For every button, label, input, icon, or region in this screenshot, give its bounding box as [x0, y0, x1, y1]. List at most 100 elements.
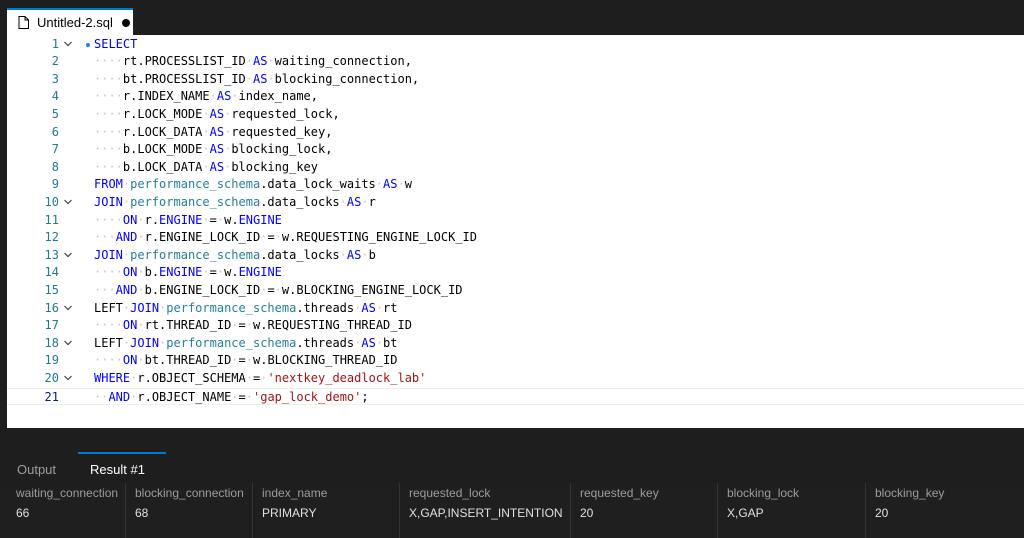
code-token: = [209, 265, 217, 280]
code-line[interactable]: 15 ···AND·b.ENGINE_LOCK_ID·=·w.BLOCKING_E… [7, 282, 1024, 300]
code-token: w.BLOCKING_ENGINE_LOCK_ID [281, 282, 463, 297]
line-number: 20 [44, 370, 59, 385]
code-token: = [238, 318, 246, 333]
code-line[interactable]: 11 ····ON·r.ENGINE·=·w.ENGINE [7, 212, 1024, 230]
code-token: bt.THREAD_ID [144, 353, 232, 368]
code-text: ··AND·r.OBJECT_NAME·=·'gap_lock_demo'; [94, 389, 369, 407]
results-grid: waiting_connection blocking_connection ind… [0, 483, 1024, 538]
column-header[interactable]: requested_lock [409, 486, 490, 500]
column-header[interactable]: blocking_lock [727, 486, 799, 500]
code-line[interactable]: 10 JOIN·performance_schema.data_locks·AS·… [7, 194, 1024, 212]
column-header[interactable]: requested_key [580, 486, 659, 500]
code-token: · [274, 282, 282, 297]
column-header[interactable]: blocking_key [875, 486, 944, 500]
column-divider[interactable] [570, 483, 571, 538]
tab-result-1[interactable]: Result #1 [78, 452, 166, 484]
code-line[interactable]: 4 ····r.INDEX_NAME·AS·index_name, [7, 88, 1024, 106]
code-token: AS [209, 106, 225, 121]
code-line[interactable]: 2 ····rt.PROCESSLIST_ID·AS·waiting_connec… [7, 53, 1024, 71]
line-number: 3 [51, 71, 59, 86]
code-line[interactable]: 3 ····bt.PROCESSLIST_ID·AS·blocking_conne… [7, 71, 1024, 89]
line-number: 8 [51, 159, 59, 174]
fold-chevron-icon[interactable] [63, 300, 75, 318]
code-line[interactable]: 17 ····ON·rt.THREAD_ID·=·w.REQUESTING_THR… [7, 317, 1024, 335]
line-number: 4 [51, 89, 59, 104]
unsaved-dot-icon[interactable] [121, 18, 130, 27]
column-divider[interactable] [252, 483, 253, 538]
panel-separator [0, 428, 1024, 452]
code-line[interactable]: 19 ····ON·bt.THREAD_ID·=·w.BLOCKING_THREA… [7, 352, 1024, 370]
fold-chevron-icon[interactable] [63, 335, 75, 353]
code-line[interactable]: 16 LEFT·JOIN·performance_schema.threads·A… [7, 300, 1024, 318]
code-token: rt [383, 300, 398, 315]
column-divider[interactable] [717, 483, 718, 538]
code-token: bt [383, 335, 398, 350]
table-cell[interactable]: X,GAP [727, 506, 764, 520]
code-line[interactable]: 9 FROM · performance_schema.data_lock_waits… [7, 176, 1024, 194]
code-token: ··· [94, 230, 116, 245]
column-divider[interactable] [125, 483, 126, 538]
sql-editor[interactable]: 1 SELECT 2 ····rt.PROCESSLIST_ID·AS·waiting… [7, 35, 1024, 428]
editor-tab-untitled-2[interactable]: Untitled-2.sql [7, 8, 133, 35]
code-token: · [361, 194, 369, 209]
code-token: · [137, 282, 145, 297]
code-token: · [267, 71, 275, 86]
code-line[interactable]: 5 ····r.LOCK_MODE·AS·requested_lock, [7, 106, 1024, 124]
code-token: AS [209, 124, 225, 139]
line-number: 11 [44, 212, 59, 227]
fold-chevron-icon[interactable] [63, 247, 75, 265]
line-number: 14 [44, 265, 59, 280]
code-text: ····ON·b.ENGINE·=·w.ENGINE [94, 264, 282, 282]
code-line[interactable]: 21 ··AND·r.OBJECT_NAME·=·'gap_lock_demo'; [7, 387, 1024, 407]
table-cell[interactable]: 66 [16, 506, 29, 520]
code-line[interactable]: 18 LEFT·JOIN·performance_schema.threads·A… [7, 335, 1024, 353]
code-token: · [202, 212, 210, 227]
code-line[interactable]: 14 ····ON·b.ENGINE·=·w.ENGINE [7, 264, 1024, 282]
code-token: waiting_connection, [274, 54, 412, 69]
code-line[interactable]: 12 ···AND·r.ENGINE_LOCK_ID·=·w.REQUESTING… [7, 229, 1024, 247]
code-token: · [245, 71, 253, 86]
table-cell[interactable]: PRIMARY [262, 506, 316, 520]
code-token: JOIN [94, 247, 123, 262]
column-header[interactable]: waiting_connection [16, 486, 118, 500]
column-divider[interactable] [399, 483, 400, 538]
code-text: ····rt.PROCESSLIST_ID·AS·waiting_connect… [94, 53, 412, 71]
table-cell[interactable]: 20 [875, 506, 888, 520]
code-line[interactable]: 20 WHERE·r.OBJECT_SCHEMA·=·'nextkey_deadl… [7, 370, 1024, 388]
line-number: 1 [51, 36, 59, 51]
tab-output[interactable]: Output [17, 452, 56, 484]
code-text: ···AND·b.ENGINE_LOCK_ID·=·w.BLOCKING_ENG… [94, 282, 463, 300]
fold-chevron-icon[interactable] [63, 194, 75, 212]
line-number: 21 [44, 389, 59, 404]
code-line[interactable]: 1 SELECT [7, 36, 1024, 54]
code-token: ON [122, 212, 138, 227]
column-divider[interactable] [865, 483, 866, 538]
column-header[interactable]: index_name [262, 486, 327, 500]
code-token: r.LOCK_DATA [122, 124, 203, 139]
code-token: · [202, 159, 210, 174]
code-token: index_name, [238, 89, 319, 104]
code-token: performance_schema [130, 247, 261, 262]
code-line[interactable]: 7 ····b.LOCK_MODE·AS·blocking_lock, [7, 141, 1024, 159]
file-icon [18, 16, 29, 29]
code-token: · [137, 318, 145, 333]
fold-chevron-icon[interactable] [63, 36, 75, 54]
line-number: 17 [44, 318, 59, 333]
code-line[interactable]: 8 ····b.LOCK_DATA·AS·blocking_key [7, 159, 1024, 177]
code-line[interactable]: 6 ····r.LOCK_DATA·AS·requested_key, [7, 124, 1024, 142]
code-token: performance_schema [130, 177, 261, 192]
table-cell[interactable]: 68 [135, 506, 148, 520]
code-token: AND [115, 230, 138, 245]
code-text: ····b.LOCK_MODE·AS·blocking_lock, [94, 141, 332, 159]
column-header[interactable]: blocking_connection [135, 486, 244, 500]
table-cell[interactable]: 20 [580, 506, 593, 520]
code-text: WHERE·r.OBJECT_SCHEMA·=·'nextkey_deadloc… [94, 370, 426, 388]
code-token: · [375, 300, 384, 315]
code-line[interactable]: 13 JOIN·performance_schema.data_locks·AS·… [7, 247, 1024, 265]
code-token: SELECT [94, 36, 138, 51]
fold-chevron-icon[interactable] [63, 370, 75, 388]
code-token: ON [122, 353, 138, 368]
table-cell[interactable]: X,GAP,INSERT_INTENTION [409, 506, 563, 520]
line-number: 9 [51, 177, 59, 192]
code-token: AS [209, 142, 225, 157]
